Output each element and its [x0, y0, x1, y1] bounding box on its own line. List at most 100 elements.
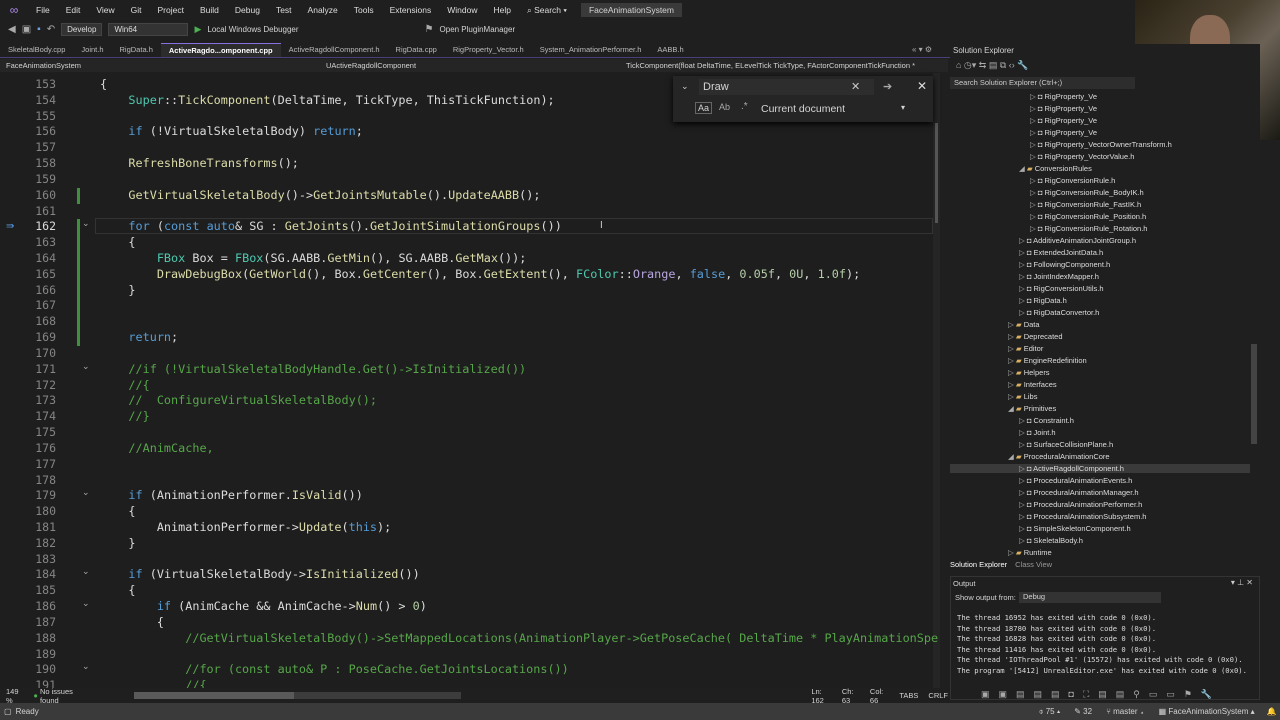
- menu-analyze[interactable]: Analyze: [300, 5, 346, 15]
- tree-file[interactable]: ▷ ◘ ActiveRagdollComponent.h: [950, 464, 1250, 473]
- whole-word-toggle[interactable]: Ab: [719, 102, 730, 112]
- tree-file[interactable]: ▷ ◘ ProceduralAnimationSubsystem.h: [1019, 512, 1146, 521]
- tree-file[interactable]: ▷ ◘ RigConversionUtils.h: [1019, 284, 1104, 293]
- expand-icon[interactable]: ▷: [1030, 188, 1038, 197]
- code-line[interactable]: if (AnimationPerformer.IsValid()): [100, 488, 362, 502]
- menu-tools[interactable]: Tools: [346, 5, 382, 15]
- config-dropdown[interactable]: Develop: [61, 22, 103, 36]
- code-line[interactable]: return;: [100, 330, 178, 344]
- tree-file[interactable]: ▷ ◘ Joint.h: [1019, 428, 1056, 437]
- code-line[interactable]: //for (const auto& P : PoseCache.GetJoin…: [100, 662, 569, 676]
- expand-icon[interactable]: ▷: [1030, 92, 1038, 101]
- expand-icon[interactable]: ▷: [1030, 128, 1038, 137]
- tree-file[interactable]: ▷ ◘ RigConversionRule_FastIK.h: [1030, 200, 1141, 209]
- find-input[interactable]: Draw: [699, 79, 874, 95]
- pending-edits[interactable]: ✎ 32: [1074, 707, 1092, 716]
- open-plugin-manager-button[interactable]: Open PluginManager: [440, 25, 516, 34]
- fold-chevron-icon[interactable]: ⌄: [82, 361, 90, 372]
- expand-icon[interactable]: ◢: [1019, 164, 1027, 173]
- tab-document[interactable]: RigData.cpp: [388, 43, 445, 57]
- code-line[interactable]: Super::TickComponent(DeltaTime, TickType…: [100, 93, 554, 107]
- repo-selector[interactable]: ▦ FaceAnimationSystem ▴: [1159, 707, 1255, 716]
- tree-folder[interactable]: ▷ ▰ Runtime: [1008, 548, 1052, 557]
- menu-file[interactable]: File: [28, 5, 58, 15]
- horizontal-scrollbar[interactable]: [133, 692, 462, 699]
- play-icon[interactable]: ▶: [194, 24, 201, 35]
- close-icon[interactable]: ▾ ⊥ ✕: [1231, 578, 1253, 587]
- expand-icon[interactable]: ▷: [1019, 464, 1027, 473]
- code-line[interactable]: GetVirtualSkeletalBody()->GetJointsMutab…: [100, 188, 540, 202]
- tree-folder[interactable]: ◢ ▰ Primitives: [1008, 404, 1056, 413]
- tab-class-view[interactable]: Class View: [1015, 560, 1052, 569]
- menu-help[interactable]: Help: [485, 5, 518, 15]
- tree-file[interactable]: ▷ ◘ RigDataConvertor.h: [1019, 308, 1099, 317]
- code-line[interactable]: RefreshBoneTransforms();: [100, 156, 298, 170]
- code-line[interactable]: //GetVirtualSkeletalBody()->SetMappedLoc…: [100, 631, 938, 645]
- vertical-scrollbar[interactable]: [933, 73, 940, 688]
- code-line[interactable]: {: [100, 504, 135, 518]
- notification-icon[interactable]: 🔔: [1267, 707, 1277, 716]
- expand-icon[interactable]: ▷: [1019, 476, 1027, 485]
- tab-document[interactable]: ActiveRagdo...omponent.cpp: [160, 43, 281, 57]
- tree-file[interactable]: ▷ ◘ RigProperty_Ve: [1030, 128, 1097, 137]
- tab-overflow-icon[interactable]: « ▾ ⚙: [912, 45, 932, 54]
- tree-file[interactable]: ▷ ◘ SurfaceCollisionPlane.h: [1019, 440, 1113, 449]
- expand-icon[interactable]: ▷: [1019, 524, 1027, 533]
- menu-view[interactable]: View: [88, 5, 122, 15]
- tree-folder[interactable]: ▷ ▰ Interfaces: [1008, 380, 1057, 389]
- code-line[interactable]: {: [100, 77, 107, 91]
- tab-document[interactable]: AABB.h: [649, 43, 691, 57]
- code-line[interactable]: //{: [100, 678, 206, 688]
- code-line[interactable]: DrawDebugBox(GetWorld(), Box.GetCenter()…: [100, 267, 860, 281]
- tree-file[interactable]: ▷ ◘ RigProperty_Ve: [1030, 116, 1097, 125]
- expand-icon[interactable]: ▷: [1019, 308, 1027, 317]
- find-scope-dropdown[interactable]: Current document: [761, 103, 845, 115]
- branch-selector[interactable]: ⑂ master ▴: [1106, 707, 1145, 716]
- expand-icon[interactable]: ▷: [1019, 536, 1027, 545]
- undo-icon[interactable]: ↶: [47, 24, 55, 35]
- tree-folder[interactable]: ▷ ▰ EngineRedefinition: [1008, 356, 1087, 365]
- expand-icon[interactable]: ◢: [1008, 452, 1016, 461]
- expand-icon[interactable]: ▷: [1030, 140, 1038, 149]
- fold-chevron-icon[interactable]: ⌄: [82, 598, 90, 609]
- code-line[interactable]: //if (!VirtualSkeletalBodyHandle.Get()->…: [100, 362, 526, 376]
- code-line[interactable]: {: [100, 583, 135, 597]
- tab-document[interactable]: RigData.h: [112, 43, 161, 57]
- expand-icon[interactable]: ▷: [1019, 416, 1027, 425]
- fold-chevron-icon[interactable]: ⌄: [82, 566, 90, 577]
- tab-solution-explorer[interactable]: Solution Explorer: [950, 560, 1007, 569]
- expand-icon[interactable]: ▷: [1008, 380, 1016, 389]
- menu-window[interactable]: Window: [439, 5, 485, 15]
- expand-icon[interactable]: ◢: [1008, 404, 1016, 413]
- tree-folder[interactable]: ▷ ▰ Editor: [1008, 344, 1043, 353]
- expand-icon[interactable]: ▷: [1030, 152, 1038, 161]
- platform-dropdown[interactable]: Win64: [108, 22, 189, 36]
- menu-git[interactable]: Git: [123, 5, 150, 15]
- tree-file[interactable]: ▷ ◘ SimpleSkeletonComponent.h: [1019, 524, 1131, 533]
- clear-icon[interactable]: ✕: [851, 80, 860, 93]
- menu-build[interactable]: Build: [192, 5, 227, 15]
- member-dropdown[interactable]: TickComponent(float DeltaTime, ELevelTic…: [620, 61, 940, 70]
- code-line[interactable]: }: [100, 536, 135, 550]
- code-line[interactable]: FBox Box = FBox(SG.AABB.GetMin(), SG.AAB…: [100, 251, 527, 265]
- close-find-icon[interactable]: ✕: [917, 79, 927, 93]
- expand-icon[interactable]: ▷: [1019, 284, 1027, 293]
- code-editor[interactable]: ⇛ I 153{154 Super::TickComponent(DeltaTi…: [0, 73, 940, 688]
- match-case-toggle[interactable]: Aa: [695, 102, 713, 114]
- code-line[interactable]: {: [100, 615, 164, 629]
- tree-file[interactable]: ▷ ◘ RigConversionRule_BodyIK.h: [1030, 188, 1144, 197]
- expand-icon[interactable]: ▷: [1030, 176, 1038, 185]
- menu-extensions[interactable]: Extensions: [382, 5, 440, 15]
- expand-icon[interactable]: ▷: [1030, 116, 1038, 125]
- tab-document[interactable]: RigProperty_Vector.h: [445, 43, 532, 57]
- tree-file[interactable]: ▷ ◘ SkeletalBody.h: [1019, 536, 1083, 545]
- expand-icon[interactable]: ▷: [1008, 356, 1016, 365]
- tree-folder[interactable]: ◢ ▰ ProceduralAnimationCore: [1008, 452, 1110, 461]
- tree-file[interactable]: ▷ ◘ FollowingComponent.h: [1019, 260, 1110, 269]
- tree-file[interactable]: ▷ ◘ RigData.h: [1019, 296, 1067, 305]
- save-icon[interactable]: ▪: [37, 24, 41, 35]
- tree-file[interactable]: ▷ ◘ ProceduralAnimationEvents.h: [1019, 476, 1132, 485]
- tree-file[interactable]: ▷ ◘ RigProperty_Ve: [1030, 92, 1097, 101]
- zoom-level[interactable]: 149 %: [6, 687, 23, 705]
- tree-file[interactable]: ▷ ◘ ProceduralAnimationManager.h: [1019, 488, 1139, 497]
